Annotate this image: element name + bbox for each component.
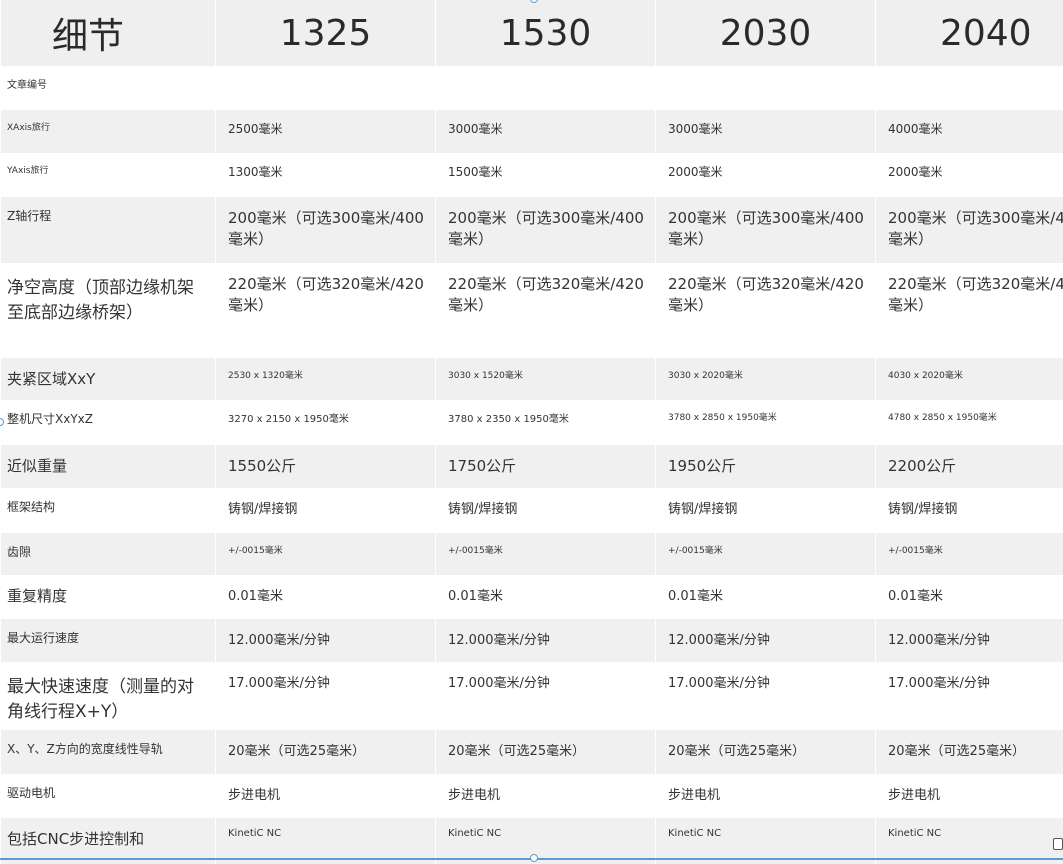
row-value: 200毫米（可选300毫米/400毫米） (876, 197, 1063, 263)
row-value: 铸钢/焊接钢 (876, 488, 1063, 533)
row-value: 4030 x 2020毫米 (876, 358, 1063, 400)
row-value: 17.000毫米/分钟 (656, 662, 876, 730)
row-label: 重复精度 (1, 575, 216, 619)
row-value: +/-0015毫米 (876, 533, 1063, 575)
row-value: 20毫米（可选25毫米） (876, 730, 1063, 774)
row-value: 12.000毫米/分钟 (656, 619, 876, 662)
row-value: 铸钢/焊接钢 (656, 488, 876, 533)
row-value: 12.000毫米/分钟 (216, 619, 436, 662)
row-value: 0.01毫米 (656, 575, 876, 619)
row-value: 12.000毫米/分钟 (436, 619, 656, 662)
header-label: 细节 (1, 0, 216, 66)
table-row: 最大快速速度（测量的对角线行程X+Y） 17.000毫米/分钟 17.000毫米… (1, 662, 1063, 730)
row-value: 12.000毫米/分钟 (876, 619, 1063, 662)
row-value: 0.01毫米 (216, 575, 436, 619)
table-row: 夹紧区域XxY 2530 x 1320毫米 3030 x 1520毫米 3030… (1, 358, 1063, 400)
row-value: 3270 x 2150 x 1950毫米 (216, 400, 436, 445)
row-label: 净空高度（顶部边缘机架至底部边缘桥架） (1, 263, 216, 358)
row-value: 步进电机 (216, 774, 436, 818)
row-label: XAxis旅行 (1, 110, 216, 153)
row-value: 220毫米（可选320毫米/420毫米） (216, 263, 436, 358)
row-label: 最大快速速度（测量的对角线行程X+Y） (1, 662, 216, 730)
row-value: 20毫米（可选25毫米） (656, 730, 876, 774)
spec-comparison-table: 细节 1325 1530 2030 2040 文章编号 XAxis旅行 2500… (0, 0, 1063, 864)
table-row: YAxis旅行 1300毫米 1500毫米 2000毫米 2000毫米 (1, 153, 1063, 197)
row-value: 17.000毫米/分钟 (876, 662, 1063, 730)
row-value: 20毫米（可选25毫米） (436, 730, 656, 774)
row-value: +/-0015毫米 (656, 533, 876, 575)
model-header: 2040 (876, 0, 1063, 66)
row-value: 1950公斤 (656, 445, 876, 488)
row-label: 框架结构 (1, 488, 216, 533)
row-value: 步进电机 (656, 774, 876, 818)
row-value: 220毫米（可选320毫米/420毫米） (656, 263, 876, 358)
table-row: 整机尺寸XxYxZ 3270 x 2150 x 1950毫米 3780 x 23… (1, 400, 1063, 445)
table-row: 驱动电机 步进电机 步进电机 步进电机 步进电机 (1, 774, 1063, 818)
row-label: 文章编号 (1, 66, 216, 110)
row-value: 铸钢/焊接钢 (216, 488, 436, 533)
row-value (436, 66, 656, 110)
model-header: 1325 (216, 0, 436, 66)
model-header: 1530 (436, 0, 656, 66)
row-label: 齿隙 (1, 533, 216, 575)
row-value: 铸钢/焊接钢 (436, 488, 656, 533)
table-row: X、Y、Z方向的宽度线性导轨 20毫米（可选25毫米） 20毫米（可选25毫米）… (1, 730, 1063, 774)
row-value: 2000毫米 (656, 153, 876, 197)
row-value: 2500毫米 (216, 110, 436, 153)
row-value: 0.01毫米 (436, 575, 656, 619)
row-value: 步进电机 (436, 774, 656, 818)
row-value: 200毫米（可选300毫米/400毫米） (216, 197, 436, 263)
resize-handle-bottom[interactable] (530, 854, 538, 862)
row-value: 4780 x 2850 x 1950毫米 (876, 400, 1063, 445)
row-label: YAxis旅行 (1, 153, 216, 197)
model-header: 2030 (656, 0, 876, 66)
header-row: 细节 1325 1530 2030 2040 (1, 0, 1063, 66)
row-value: 1500毫米 (436, 153, 656, 197)
row-value (876, 66, 1063, 110)
row-value (216, 66, 436, 110)
table-row: 最大运行速度 12.000毫米/分钟 12.000毫米/分钟 12.000毫米/… (1, 619, 1063, 662)
table-row: 文章编号 (1, 66, 1063, 110)
row-label: Z轴行程 (1, 197, 216, 263)
copy-icon[interactable] (1053, 838, 1063, 850)
table-row: Z轴行程 200毫米（可选300毫米/400毫米） 200毫米（可选300毫米/… (1, 197, 1063, 263)
row-label: 最大运行速度 (1, 619, 216, 662)
row-value: 3000毫米 (436, 110, 656, 153)
row-value: 1550公斤 (216, 445, 436, 488)
row-value: 3030 x 1520毫米 (436, 358, 656, 400)
table-row: 重复精度 0.01毫米 0.01毫米 0.01毫米 0.01毫米 (1, 575, 1063, 619)
row-label: 夹紧区域XxY (1, 358, 216, 400)
row-label: X、Y、Z方向的宽度线性导轨 (1, 730, 216, 774)
table-row: 净空高度（顶部边缘机架至底部边缘桥架） 220毫米（可选320毫米/420毫米）… (1, 263, 1063, 358)
row-value: 1300毫米 (216, 153, 436, 197)
row-value: 2000毫米 (876, 153, 1063, 197)
row-value: 17.000毫米/分钟 (436, 662, 656, 730)
row-value: 3780 x 2350 x 1950毫米 (436, 400, 656, 445)
table-row: 齿隙 +/-0015毫米 +/-0015毫米 +/-0015毫米 +/-0015… (1, 533, 1063, 575)
row-value: +/-0015毫米 (216, 533, 436, 575)
row-label: 近似重量 (1, 445, 216, 488)
row-value: +/-0015毫米 (436, 533, 656, 575)
row-value: 0.01毫米 (876, 575, 1063, 619)
row-label: 整机尺寸XxYxZ (1, 400, 216, 445)
row-value: 3780 x 2850 x 1950毫米 (656, 400, 876, 445)
row-label: 驱动电机 (1, 774, 216, 818)
row-value: 220毫米（可选320毫米/420毫米） (876, 263, 1063, 358)
row-value: 步进电机 (876, 774, 1063, 818)
row-value: 200毫米（可选300毫米/400毫米） (436, 197, 656, 263)
row-value: 20毫米（可选25毫米） (216, 730, 436, 774)
table-row: XAxis旅行 2500毫米 3000毫米 3000毫米 4000毫米 (1, 110, 1063, 153)
row-value: 3000毫米 (656, 110, 876, 153)
row-value: 17.000毫米/分钟 (216, 662, 436, 730)
row-value: 200毫米（可选300毫米/400毫米） (656, 197, 876, 263)
row-value: 1750公斤 (436, 445, 656, 488)
row-value: 2200公斤 (876, 445, 1063, 488)
row-value: 4000毫米 (876, 110, 1063, 153)
row-value (656, 66, 876, 110)
table-row: 框架结构 铸钢/焊接钢 铸钢/焊接钢 铸钢/焊接钢 铸钢/焊接钢 (1, 488, 1063, 533)
row-value: 220毫米（可选320毫米/420毫米） (436, 263, 656, 358)
row-value: 2530 x 1320毫米 (216, 358, 436, 400)
table-row: 近似重量 1550公斤 1750公斤 1950公斤 2200公斤 (1, 445, 1063, 488)
row-value: 3030 x 2020毫米 (656, 358, 876, 400)
